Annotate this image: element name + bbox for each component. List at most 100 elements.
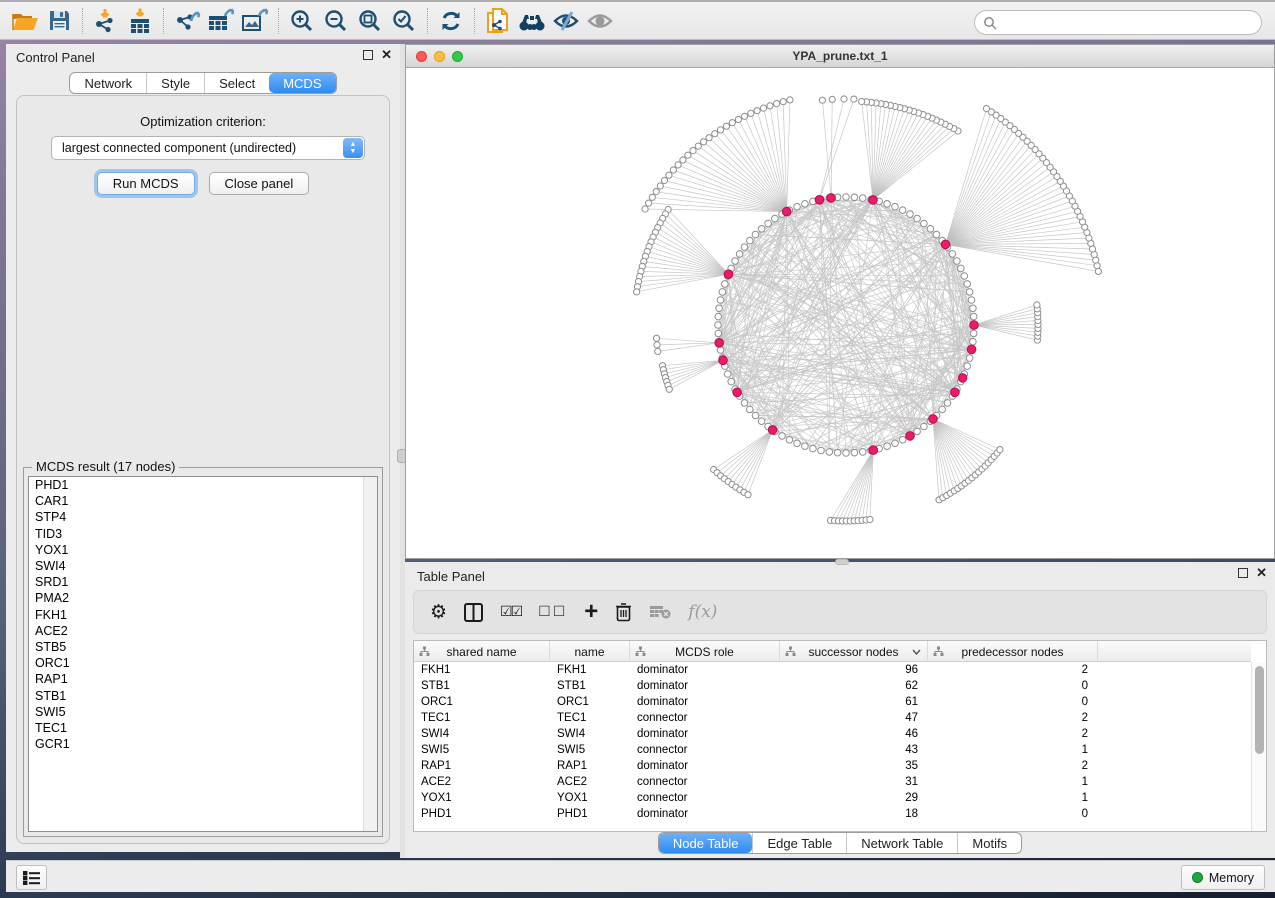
table-cell-shared-name[interactable]: RAP1 [414, 758, 550, 774]
tab-network-table[interactable]: Network Table [846, 833, 957, 853]
gear-icon[interactable]: ⚙ [430, 601, 447, 623]
network-mcds-node[interactable] [827, 194, 836, 203]
network-node[interactable] [810, 445, 817, 452]
network-node[interactable] [701, 139, 707, 145]
network-mcds-node[interactable] [815, 196, 824, 205]
search-input[interactable] [997, 13, 1261, 33]
table-cell-successor-nodes[interactable]: 47 [780, 710, 928, 726]
network-node[interactable] [843, 450, 850, 457]
network-node[interactable] [914, 428, 921, 435]
network-node[interactable] [970, 305, 977, 312]
network-mcds-node[interactable] [768, 426, 777, 435]
delete-table-icon[interactable] [649, 604, 671, 620]
zoom-fit-icon[interactable] [353, 5, 387, 37]
table-cell-shared-name[interactable]: SWI4 [414, 726, 550, 742]
network-node[interactable] [884, 443, 891, 450]
mcds-result-item[interactable]: STB5 [29, 639, 377, 655]
tab-mcds[interactable]: MCDS [269, 73, 335, 93]
network-node[interactable] [736, 251, 743, 258]
network-node[interactable] [927, 226, 934, 233]
mcds-result-item[interactable]: STB1 [29, 688, 377, 704]
mcds-result-item[interactable]: RAP1 [29, 671, 377, 687]
mcds-result-item[interactable]: ACE2 [29, 623, 377, 639]
show-all-icon[interactable] [583, 5, 617, 37]
network-node[interactable] [970, 338, 977, 345]
mcds-result-item[interactable]: GCR1 [29, 736, 377, 752]
table-cell-mcds-role[interactable]: dominator [630, 758, 780, 774]
table-cell-shared-name[interactable]: SWI5 [414, 742, 550, 758]
table-cell-shared-name[interactable]: STB1 [414, 678, 550, 694]
network-mcds-node[interactable] [733, 388, 742, 397]
network-node[interactable] [741, 400, 748, 407]
table-cell-mcds-role[interactable]: dominator [630, 662, 780, 678]
select-all-icon[interactable]: ☑☑ [500, 604, 521, 620]
table-cell-predecessor-nodes[interactable]: 1 [928, 790, 1098, 806]
table-cell-mcds-role[interactable]: connector [630, 710, 780, 726]
network-node[interactable] [944, 400, 951, 407]
delete-icon[interactable] [615, 602, 632, 622]
table-cell-successor-nodes[interactable]: 43 [780, 742, 928, 758]
table-cell-predecessor-nodes[interactable]: 2 [928, 758, 1098, 774]
table-row[interactable]: YOX1YOX1connector291 [414, 790, 1251, 806]
mcds-result-item[interactable]: SRD1 [29, 574, 377, 590]
network-node[interactable] [728, 378, 735, 385]
zoom-selected-icon[interactable] [387, 5, 421, 37]
deselect-all-icon[interactable]: ☐☐ [538, 604, 567, 620]
zoom-out-icon[interactable] [319, 5, 353, 37]
table-row[interactable]: STB1STB1dominator620 [414, 678, 1251, 694]
network-node[interactable] [819, 97, 825, 103]
table-cell-successor-nodes[interactable]: 61 [780, 694, 928, 710]
table-cell-mcds-role[interactable]: dominator [630, 726, 780, 742]
table-cell-successor-nodes[interactable]: 35 [780, 758, 928, 774]
network-node[interactable] [717, 347, 724, 354]
table-cell-successor-nodes[interactable]: 46 [780, 726, 928, 742]
network-node[interactable] [661, 177, 667, 183]
network-node[interactable] [859, 98, 865, 104]
split-columns-icon[interactable] [464, 603, 483, 622]
mcds-list-scrollbar[interactable] [363, 477, 377, 831]
mcds-result-item[interactable]: SWI4 [29, 558, 377, 574]
network-mcds-node[interactable] [869, 196, 878, 205]
export-table-icon[interactable] [204, 5, 238, 37]
network-node[interactable] [997, 447, 1003, 453]
table-cell-mcds-role[interactable]: dominator [630, 806, 780, 822]
table-scrollbar-thumb[interactable] [1255, 666, 1264, 754]
network-mcds-node[interactable] [941, 240, 950, 249]
network-node[interactable] [706, 135, 712, 141]
column-header-mcds-role[interactable]: MCDS role [630, 641, 780, 662]
network-node[interactable] [921, 423, 928, 430]
network-node[interactable] [802, 201, 809, 208]
table-row[interactable]: RAP1RAP1dominator352 [414, 758, 1251, 774]
table-cell-predecessor-nodes[interactable]: 0 [928, 806, 1098, 822]
network-node[interactable] [666, 172, 672, 178]
network-node[interactable] [867, 516, 873, 522]
network-mcds-node[interactable] [782, 207, 791, 216]
close-table-panel-icon[interactable]: ✕ [1256, 568, 1267, 578]
table-row[interactable]: FKH1FKH1dominator962 [414, 662, 1251, 678]
network-mcds-node[interactable] [970, 321, 979, 330]
network-node[interactable] [715, 313, 722, 320]
memory-button[interactable]: Memory [1181, 865, 1265, 890]
mcds-result-item[interactable]: PMA2 [29, 590, 377, 606]
network-node[interactable] [949, 251, 956, 258]
network-node[interactable] [958, 265, 965, 272]
network-mcds-node[interactable] [951, 388, 960, 397]
mcds-result-item[interactable]: SWI5 [29, 704, 377, 720]
network-node[interactable] [970, 330, 977, 337]
network-node[interactable] [818, 447, 825, 454]
network-node[interactable] [729, 120, 735, 126]
network-node[interactable] [970, 313, 977, 320]
network-node[interactable] [794, 203, 801, 210]
network-mcds-node[interactable] [958, 374, 967, 383]
table-row[interactable]: TEC1TEC1connector472 [414, 710, 1251, 726]
first-neighbors-icon[interactable] [515, 5, 549, 37]
table-cell-name[interactable]: STB1 [550, 678, 630, 694]
network-canvas[interactable] [406, 68, 1274, 558]
network-node[interactable] [690, 148, 696, 154]
open-session-icon[interactable] [8, 5, 42, 37]
network-node[interactable] [899, 207, 906, 214]
network-node[interactable] [780, 99, 786, 105]
network-mcds-node[interactable] [967, 345, 976, 354]
network-node[interactable] [752, 231, 759, 238]
network-node[interactable] [758, 418, 765, 425]
